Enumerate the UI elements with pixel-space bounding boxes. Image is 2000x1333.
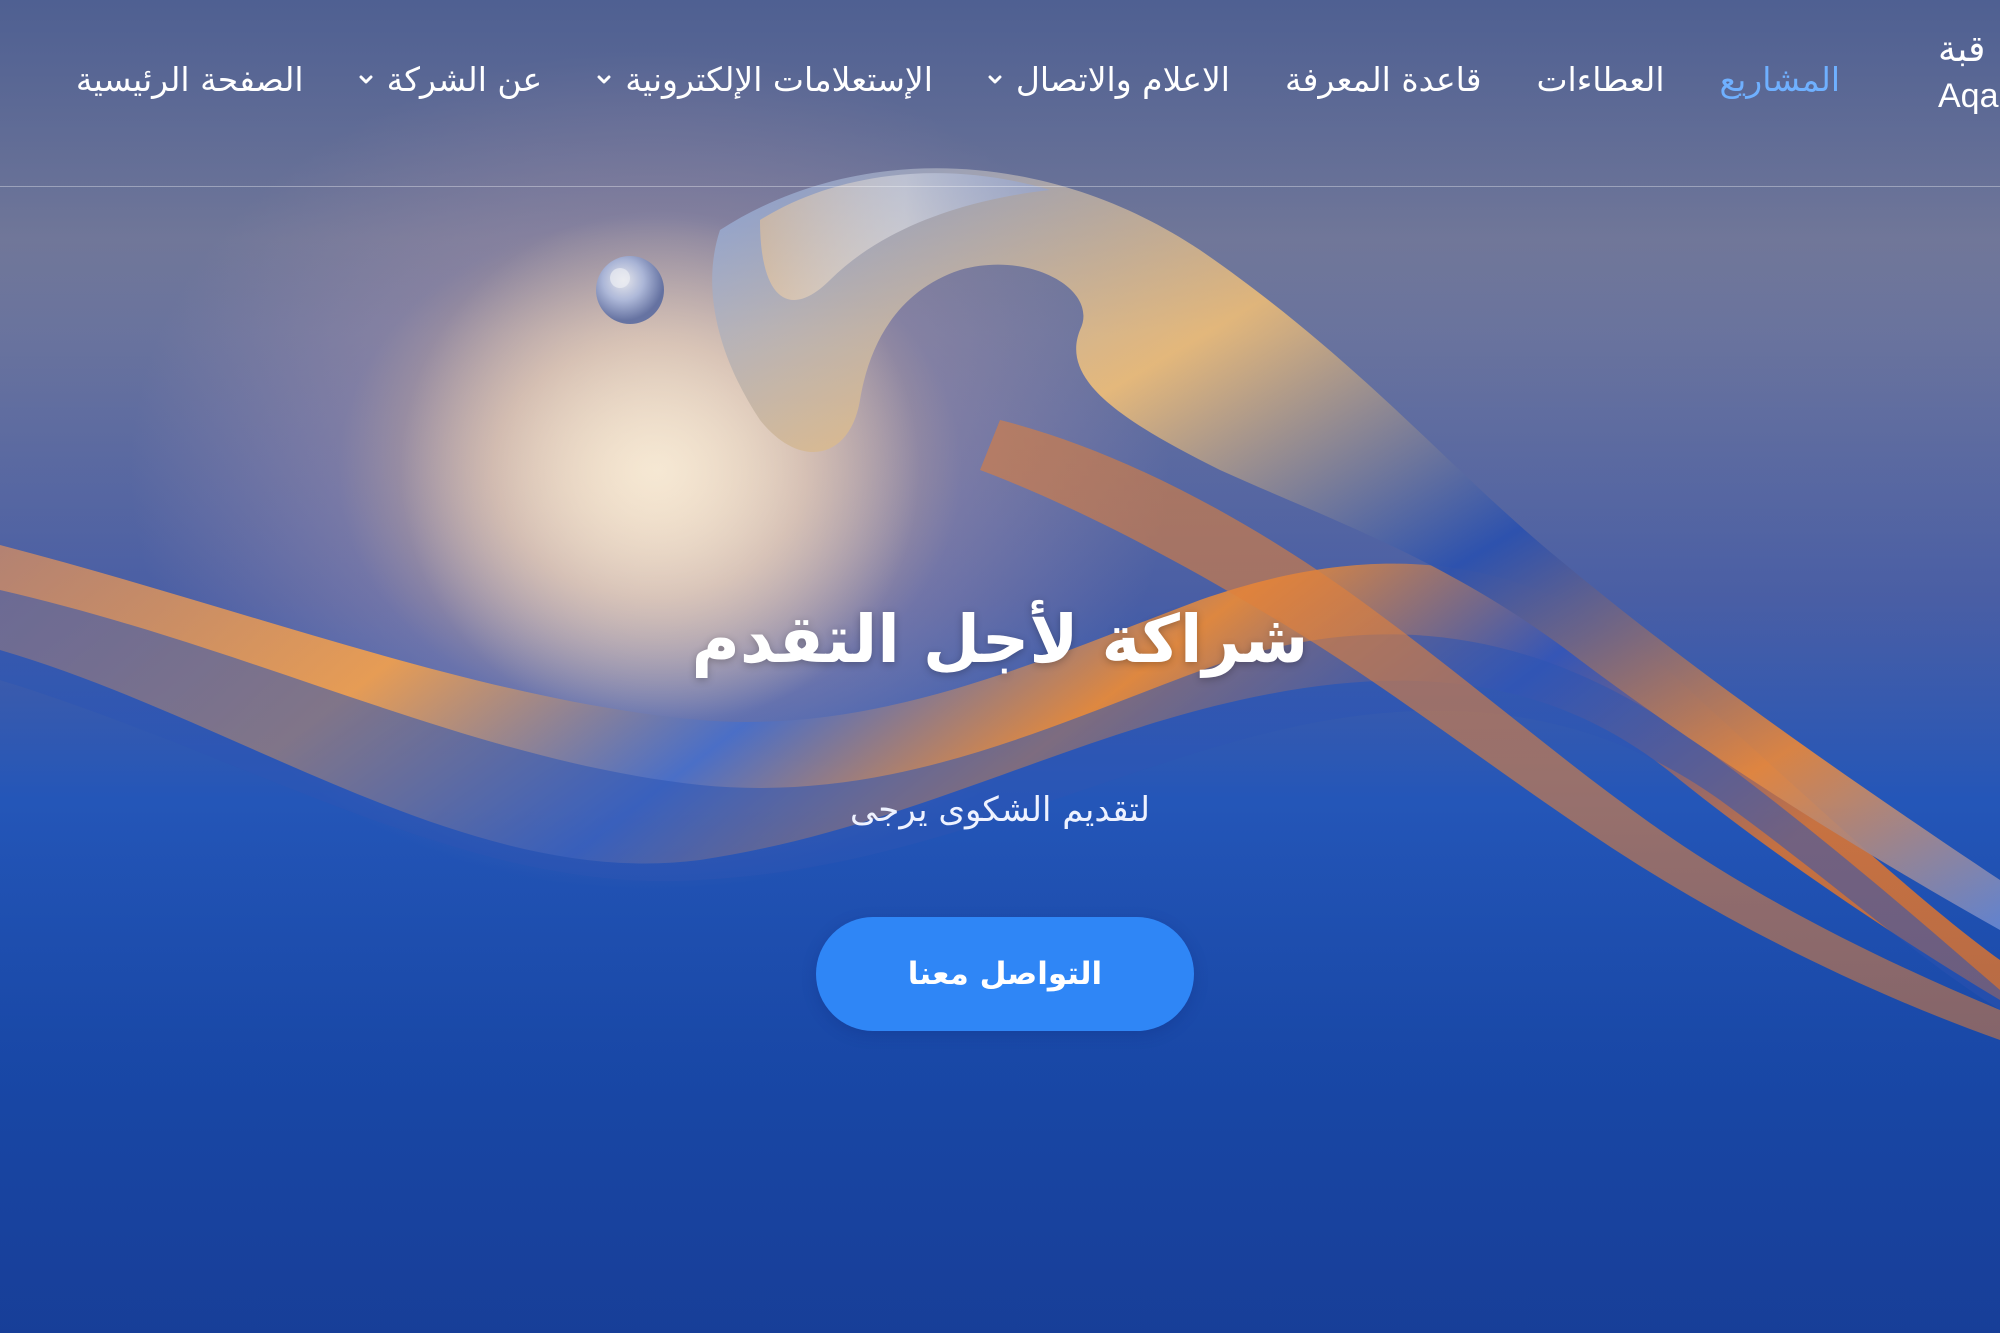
logo-latin-text: Aqa <box>1938 77 1999 115</box>
logo-arabic-text: قبة <box>1938 29 1986 70</box>
top-navigation: قبة Aqa الصفحة الرئيسية عن الشركة الإستع… <box>0 0 2000 187</box>
nav-item-label: عن الشركة <box>386 60 543 99</box>
nav-item-home[interactable]: الصفحة الرئيسية <box>76 52 304 108</box>
nav-item-knowledge-base[interactable]: قاعدة المعرفة <box>1285 52 1482 108</box>
nav-item-projects[interactable]: المشاريع <box>1720 52 1840 108</box>
chevron-down-icon <box>988 73 1002 87</box>
nav-item-e-inquiries[interactable]: الإستعلامات الإلكترونية <box>597 52 933 108</box>
nav-item-label: الاعلام والاتصال <box>1015 60 1230 99</box>
nav-item-about[interactable]: عن الشركة <box>359 52 543 108</box>
nav-item-label: قاعدة المعرفة <box>1284 60 1482 99</box>
nav-item-label: العطاءات <box>1536 60 1665 99</box>
nav-item-label: الصفحة الرئيسية <box>75 60 304 99</box>
contact-us-button[interactable]: التواصل معنا <box>816 917 1194 1031</box>
company-logo[interactable]: قبة Aqa <box>1930 28 2000 128</box>
nav-item-media[interactable]: الاعلام والاتصال <box>988 52 1230 108</box>
hero-subtitle: لتقديم الشكوى يرجى <box>849 790 1151 830</box>
nav-item-label: المشاريع <box>1719 60 1840 99</box>
nav-item-label: الإستعلامات الإلكترونية <box>625 60 933 99</box>
nav-menu: الصفحة الرئيسية عن الشركة الإستعلامات ال… <box>21 52 1840 108</box>
chevron-down-icon <box>597 73 611 87</box>
nav-item-tenders[interactable]: العطاءات <box>1536 52 1664 108</box>
hero-title: شراكة لأجل التقدم <box>691 601 1309 678</box>
chevron-down-icon <box>359 73 373 87</box>
